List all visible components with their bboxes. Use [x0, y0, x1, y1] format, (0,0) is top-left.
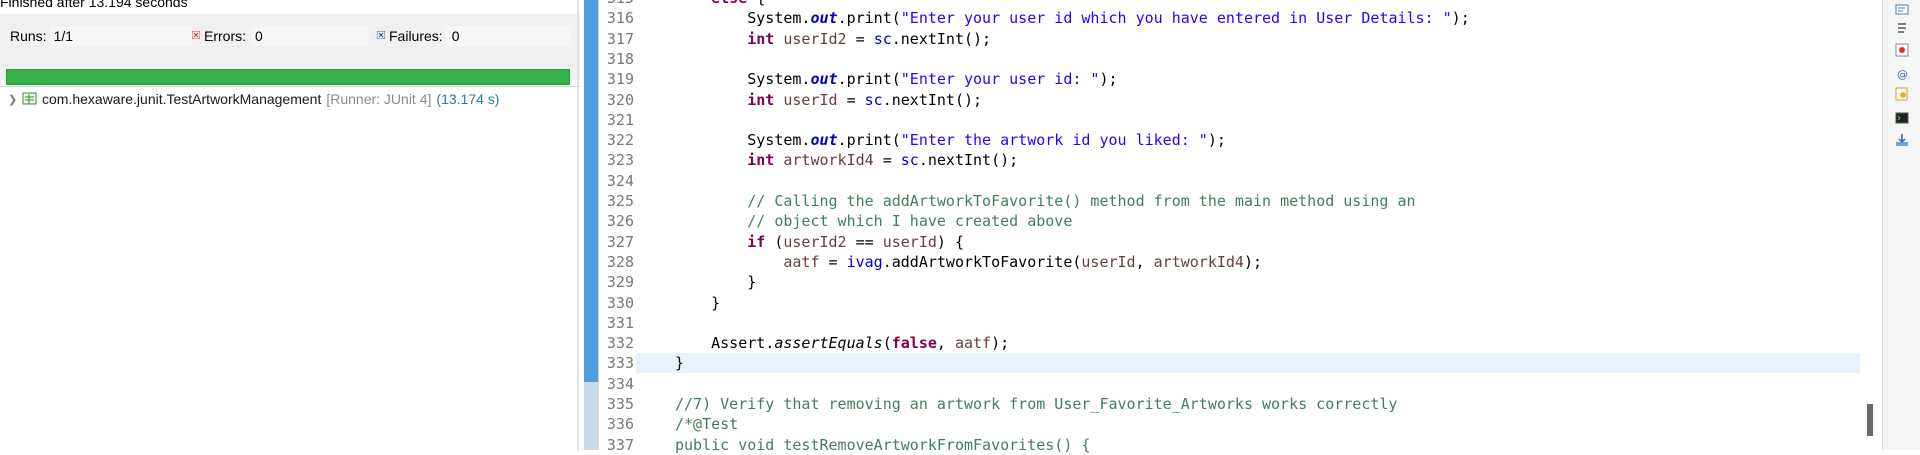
code-line[interactable]: 328 aatf = ivag.addArtworkToFavorite(use… — [580, 252, 1860, 272]
line-source: aatf = ivag.addArtworkToFavorite(userId,… — [783, 252, 1263, 271]
line-source: //7) Verify that removing an artwork fro… — [675, 395, 1398, 413]
test-class-icon — [22, 92, 37, 105]
code-line[interactable]: 320 int userId = sc.nextInt(); — [580, 90, 1860, 110]
errors-value: 0 — [255, 28, 263, 44]
test-progress-bar — [6, 69, 570, 85]
line-number: 330 — [606, 293, 634, 312]
code-line[interactable]: 335 //7) Verify that removing an artwork … — [580, 394, 1860, 414]
error-log-icon[interactable] — [1894, 42, 1910, 58]
javadoc-icon[interactable]: @ — [1894, 66, 1910, 82]
code-line[interactable]: 318 — [580, 49, 1860, 69]
code-line[interactable]: 315 else { — [580, 0, 1860, 8]
code-line[interactable]: 334 — [580, 374, 1860, 394]
svg-text:@: @ — [1897, 68, 1908, 81]
errors-counter: Errors: 0 — [192, 26, 369, 46]
line-number: 323 — [606, 151, 634, 170]
line-number: 333 — [606, 354, 634, 373]
line-number: 319 — [606, 70, 634, 89]
code-line[interactable]: 321 — [580, 110, 1860, 130]
console-icon[interactable] — [1894, 2, 1910, 18]
line-number: 325 — [606, 192, 634, 210]
runs-value: 1/1 — [53, 28, 74, 44]
junit-panel: Finished after 13.194 seconds Runs: 1/1 … — [0, 0, 580, 450]
code-line[interactable]: 329 } — [580, 272, 1860, 292]
code-line[interactable]: 323 int artworkId4 = sc.nextInt(); — [580, 150, 1860, 170]
code-line[interactable]: 324 — [580, 171, 1860, 191]
test-time: (13.174 s) — [436, 91, 500, 107]
line-source: else { — [675, 0, 765, 8]
declaration-icon[interactable] — [1894, 86, 1910, 102]
code-line[interactable]: 326 // object which I have created above — [580, 211, 1860, 231]
line-source: if (userId2 == userId) { — [747, 232, 964, 251]
line-source: System.out.print("Enter the artwork id y… — [675, 131, 1226, 150]
line-number: 327 — [606, 232, 634, 251]
code-line[interactable]: 331 — [580, 313, 1860, 333]
line-source: System.out.print("Enter your user id whi… — [675, 9, 1470, 28]
line-source: // object which I have created above — [747, 212, 1073, 231]
line-number: 315 — [594, 0, 634, 8]
junit-counters: Runs: 1/1 Errors: 0 Failures: 0 — [0, 14, 580, 85]
line-source: } — [675, 293, 721, 312]
line-number: 322 — [606, 131, 634, 150]
line-number: 337 — [606, 435, 634, 454]
failures-label: Failures: — [389, 28, 443, 44]
line-number: 320 — [606, 90, 634, 109]
line-number: 317 — [606, 29, 634, 48]
test-tree-item[interactable]: ❯ com.hexaware.junit.TestArtworkManageme… — [8, 89, 499, 109]
line-source: Assert.assertEquals(false, aatf); — [675, 334, 1010, 353]
code-line[interactable]: 319 System.out.print("Enter your user id… — [580, 69, 1860, 89]
line-source: int artworkId4 = sc.nextInt(); — [747, 151, 1019, 170]
line-source: // Calling the addArtworkToFavorite() me… — [747, 192, 1416, 210]
code-line[interactable]: 322 System.out.print("Enter the artwork … — [580, 130, 1860, 150]
code-editor[interactable]: 315 else {316 System.out.print("Enter yo… — [580, 0, 1860, 454]
panel-divider[interactable] — [577, 0, 579, 450]
code-line[interactable]: 317 int userId2 = sc.nextInt(); — [580, 29, 1860, 49]
line-source: System.out.print("Enter your user id: ")… — [675, 70, 1118, 89]
code-line[interactable]: 327 if (userId2 == userId) { — [580, 232, 1860, 252]
line-number: 336 — [606, 415, 634, 434]
line-number: 334 — [606, 374, 634, 393]
failure-icon — [377, 31, 385, 39]
download-icon[interactable] — [1894, 132, 1910, 148]
code-line[interactable]: 325 // Calling the addArtworkToFavorite(… — [580, 191, 1860, 211]
line-source: public void testRemoveArtworkFromFavorit… — [675, 435, 1091, 454]
divider — [0, 86, 580, 87]
errors-label: Errors: — [204, 28, 246, 44]
runs-counter: Runs: 1/1 — [10, 26, 192, 46]
line-number: 335 — [606, 395, 634, 413]
test-runner: [Runner: JUnit 4] — [326, 91, 432, 107]
scrollbar-thumb[interactable] — [1867, 404, 1873, 436]
runs-label: Runs: — [10, 28, 47, 44]
line-number: 331 — [606, 313, 634, 332]
code-line[interactable]: 330 } — [580, 293, 1860, 313]
line-number: 316 — [606, 9, 634, 28]
code-line[interactable]: 333} — [607, 353, 1860, 374]
line-number: 329 — [606, 273, 634, 292]
line-source: /*@Test — [675, 415, 739, 434]
error-icon — [192, 31, 200, 39]
line-number: 318 — [606, 49, 634, 68]
code-line[interactable]: 332 Assert.assertEquals(false, aatf); — [580, 333, 1860, 353]
overview-ruler[interactable] — [1860, 0, 1876, 450]
line-number: 332 — [606, 334, 634, 353]
line-source: } — [675, 273, 757, 292]
line-number: 324 — [606, 171, 634, 190]
line-number: 328 — [606, 252, 634, 271]
line-number: 321 — [606, 110, 634, 129]
side-toolbar: @ — [1882, 0, 1920, 450]
terminal-icon[interactable] — [1894, 110, 1910, 126]
line-source: int userId = sc.nextInt(); — [747, 90, 983, 109]
line-number: 326 — [606, 212, 634, 231]
line-source: int userId2 = sc.nextInt(); — [747, 29, 992, 48]
tasks-icon[interactable] — [1894, 20, 1910, 36]
failures-value: 0 — [451, 28, 460, 44]
failures-counter: Failures: 0 — [377, 26, 571, 46]
code-line[interactable]: 316 System.out.print("Enter your user id… — [580, 8, 1860, 28]
junit-status-text: Finished after 13.194 seconds — [0, 0, 188, 10]
line-source: } — [675, 354, 685, 373]
chevron-right-icon[interactable]: ❯ — [8, 93, 22, 106]
code-line[interactable]: 336 /*@Test — [580, 414, 1860, 434]
test-class-name: com.hexaware.junit.TestArtworkManagement — [42, 91, 322, 107]
code-line[interactable]: 337 public void testRemoveArtworkFromFavo… — [580, 435, 1860, 455]
